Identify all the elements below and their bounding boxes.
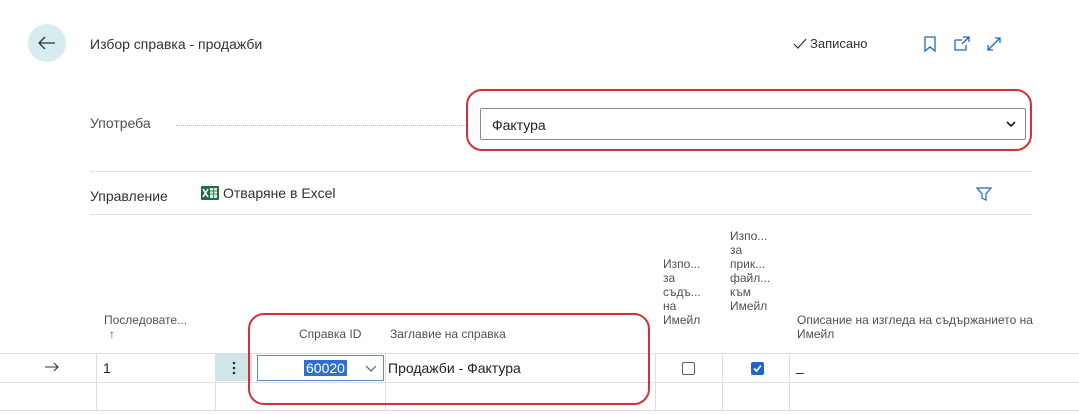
use-for-body-checkbox[interactable] (682, 362, 695, 375)
expand-icon[interactable] (985, 35, 1003, 53)
page-title: Избор справка - продажби (90, 36, 263, 52)
divider (90, 214, 1032, 215)
sequence-cell[interactable]: 1 (103, 360, 111, 376)
table-column-border (789, 354, 790, 410)
annotation-highlight-usage (466, 89, 1032, 151)
column-header-line: Описание на изгледа на съдържанието на (797, 313, 1033, 327)
current-row-arrow-icon (45, 362, 59, 372)
field-leader-dots (176, 125, 466, 126)
column-header-use-for-attachment[interactable]: Изпо... за прик... файл... към Имейл (730, 229, 770, 313)
table-column-border (655, 354, 656, 410)
excel-icon (201, 186, 219, 200)
column-header-sequence[interactable]: Последовате... (104, 313, 187, 327)
layout-description-cell[interactable]: _ (796, 358, 804, 374)
column-header-layout-description[interactable]: Описание на изгледа на съдържанието на И… (797, 313, 1033, 341)
sort-ascending-icon: ↑ (109, 327, 115, 341)
arrow-left-icon (38, 36, 55, 50)
column-header-line: на (663, 299, 677, 313)
column-header-line: прик... (730, 257, 766, 271)
column-header-line: към (730, 285, 751, 299)
open-new-window-icon[interactable] (953, 35, 971, 53)
column-header-use-for-body[interactable]: Изпо... за съдъ... на Имейл (663, 257, 701, 327)
column-header-line: Имейл (663, 313, 701, 327)
table-row-border (0, 410, 1079, 411)
column-header-line: за (663, 271, 676, 285)
back-button[interactable] (28, 24, 66, 62)
column-header-line: Имейл (797, 327, 835, 341)
column-header-line: Изпо... (663, 257, 701, 271)
annotation-highlight-report (248, 313, 650, 405)
open-in-excel-button[interactable]: Отваряне в Excel (201, 185, 336, 201)
use-for-attachment-checkbox[interactable] (751, 362, 764, 375)
table-column-border (722, 354, 723, 410)
open-in-excel-label: Отваряне в Excel (223, 185, 336, 201)
bookmark-icon[interactable] (921, 35, 939, 53)
report-selection-page: Избор справка - продажби Записано Употре… (0, 0, 1079, 414)
column-header-line: съдъ... (663, 285, 701, 299)
table-column-border (96, 354, 97, 410)
checkmark-icon (793, 38, 807, 49)
usage-label: Употреба (90, 115, 151, 131)
manage-menu[interactable]: Управление (90, 188, 168, 204)
column-header-line: Изпо... (730, 229, 768, 243)
filter-icon[interactable] (976, 186, 992, 202)
checkmark-icon (753, 364, 762, 373)
divider (90, 171, 1032, 172)
saved-status: Записано (793, 36, 868, 51)
more-vertical-icon (232, 361, 236, 374)
saved-label: Записано (810, 36, 868, 51)
column-header-line: за (730, 243, 743, 257)
column-header-line: Имейл (730, 299, 768, 313)
row-actions-button[interactable] (216, 354, 252, 381)
column-header-line: файл... (730, 271, 771, 285)
